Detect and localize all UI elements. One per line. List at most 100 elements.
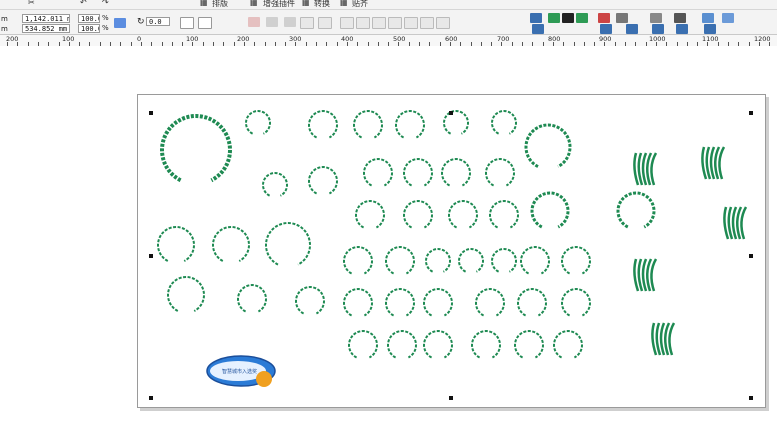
plugin-n-icon[interactable]: [652, 24, 664, 34]
selection-handle-bl[interactable]: [149, 396, 153, 400]
plugin-f-icon[interactable]: [616, 13, 628, 23]
wreath-icon[interactable]: [423, 288, 453, 317]
break-apart-icon[interactable]: [318, 17, 332, 29]
object-width-field[interactable]: 1,142.011 mm: [22, 14, 70, 23]
wheat-icon[interactable]: [718, 146, 726, 180]
wreath-icon[interactable]: [237, 284, 267, 313]
plugin-l-icon[interactable]: [600, 24, 612, 34]
trim-icon[interactable]: [356, 17, 370, 29]
wheat-icon[interactable]: [650, 258, 658, 292]
selection-handle-tr[interactable]: [749, 111, 753, 115]
mirror-h-icon[interactable]: [180, 17, 194, 29]
wreath-icon[interactable]: [485, 158, 515, 187]
selection-handle-ml[interactable]: [149, 254, 153, 258]
award-badge[interactable]: 智慧城市入选奖: [206, 355, 276, 387]
wheat-icon[interactable]: [668, 322, 676, 356]
undo-icon[interactable]: ↶: [80, 0, 87, 8]
wheat-icon[interactable]: [709, 146, 716, 180]
wreath-icon[interactable]: [489, 200, 519, 229]
document-page[interactable]: 智慧城市入选奖: [137, 94, 766, 408]
wreath-icon[interactable]: [385, 246, 415, 275]
wreath-icon[interactable]: [157, 225, 195, 262]
menu-item-typeset[interactable]: 排版: [212, 0, 228, 8]
wreath-icon[interactable]: [423, 330, 453, 359]
weld-icon[interactable]: [340, 17, 354, 29]
wreath-icon[interactable]: [308, 166, 338, 195]
redo-icon[interactable]: ↷: [102, 0, 109, 8]
wreath-icon[interactable]: [561, 246, 591, 275]
wheat-icon[interactable]: [633, 258, 640, 292]
artwork[interactable]: 智慧城市入选奖: [138, 95, 765, 407]
plugin-c-icon[interactable]: [562, 13, 574, 23]
wreath-icon[interactable]: [443, 110, 469, 135]
wheat-icon[interactable]: [641, 258, 648, 292]
align-icon[interactable]: [248, 17, 260, 27]
scale-x-field[interactable]: 100.0: [78, 14, 100, 23]
wheat-icon[interactable]: [701, 146, 708, 180]
wreath-icon[interactable]: [491, 248, 517, 273]
plugin-j-icon[interactable]: [722, 13, 734, 23]
wreath-icon[interactable]: [561, 288, 591, 317]
wreath-icon[interactable]: [343, 288, 373, 317]
group-icon[interactable]: [266, 17, 278, 27]
boundary-icon[interactable]: [436, 17, 450, 29]
wreath-icon[interactable]: [348, 330, 378, 359]
scissors-icon[interactable]: ✂: [28, 0, 35, 8]
wheat-icon[interactable]: [727, 206, 734, 240]
plugin-h-icon[interactable]: [674, 13, 686, 23]
plugin-m-icon[interactable]: [626, 24, 638, 34]
plugin-o-icon[interactable]: [676, 24, 688, 34]
lock-ratio-icon[interactable]: [114, 18, 126, 28]
selection-handle-tl[interactable]: [149, 111, 153, 115]
wheat-icon[interactable]: [659, 322, 666, 356]
wreath-icon[interactable]: [471, 330, 501, 359]
wreath-icon[interactable]: [616, 191, 656, 229]
scale-y-field[interactable]: 100.0: [78, 24, 100, 33]
plugin-p-icon[interactable]: [704, 24, 716, 34]
wheat-icon[interactable]: [651, 322, 658, 356]
plugin-i-icon[interactable]: [702, 13, 714, 23]
selection-handle-tm[interactable]: [449, 111, 453, 115]
wreath-icon[interactable]: [425, 248, 451, 273]
wreath-icon[interactable]: [387, 330, 417, 359]
wreath-icon[interactable]: [385, 288, 415, 317]
selection-handle-br[interactable]: [749, 396, 753, 400]
wreath-icon[interactable]: [308, 110, 338, 139]
front-minus-back-icon[interactable]: [404, 17, 418, 29]
wreath-icon[interactable]: [491, 110, 517, 135]
combine-icon[interactable]: [300, 17, 314, 29]
wheat-icon[interactable]: [641, 152, 648, 186]
wheat-icon[interactable]: [637, 152, 644, 186]
plugin-d-icon[interactable]: [576, 13, 588, 23]
wreath-icon[interactable]: [520, 246, 550, 275]
wreath-icon[interactable]: [524, 123, 572, 168]
wreath-icon[interactable]: [553, 330, 583, 359]
wheat-icon[interactable]: [731, 206, 738, 240]
wreath-icon[interactable]: [212, 225, 250, 262]
wheat-icon[interactable]: [637, 258, 644, 292]
wreath-icon[interactable]: [530, 191, 570, 229]
plugin-k-icon[interactable]: [532, 24, 544, 34]
selection-handle-mr[interactable]: [749, 254, 753, 258]
rotation-field[interactable]: 0.0: [146, 17, 170, 26]
drawing-canvas[interactable]: 智慧城市入选奖: [0, 46, 777, 439]
wheat-icon[interactable]: [740, 206, 748, 240]
plugin-a-icon[interactable]: [530, 13, 542, 23]
wheat-icon[interactable]: [705, 146, 712, 180]
wreath-icon[interactable]: [343, 246, 373, 275]
wreath-icon[interactable]: [167, 275, 205, 312]
wreath-icon[interactable]: [403, 200, 433, 229]
plugin-e-icon[interactable]: [598, 13, 610, 23]
wheat-icon[interactable]: [723, 206, 730, 240]
plugin-b-icon[interactable]: [548, 13, 560, 23]
intersect-icon[interactable]: [372, 17, 386, 29]
menu-item-snap[interactable]: 贴齐: [352, 0, 368, 8]
object-height-field[interactable]: 534.852 mm: [22, 24, 70, 33]
wreath-icon[interactable]: [395, 110, 425, 139]
wheat-icon[interactable]: [655, 322, 662, 356]
wreath-icon[interactable]: [517, 288, 547, 317]
wreath-icon[interactable]: [514, 330, 544, 359]
mirror-v-icon[interactable]: [198, 17, 212, 29]
wreath-icon[interactable]: [448, 200, 478, 229]
wreath-group[interactable]: [157, 110, 748, 359]
